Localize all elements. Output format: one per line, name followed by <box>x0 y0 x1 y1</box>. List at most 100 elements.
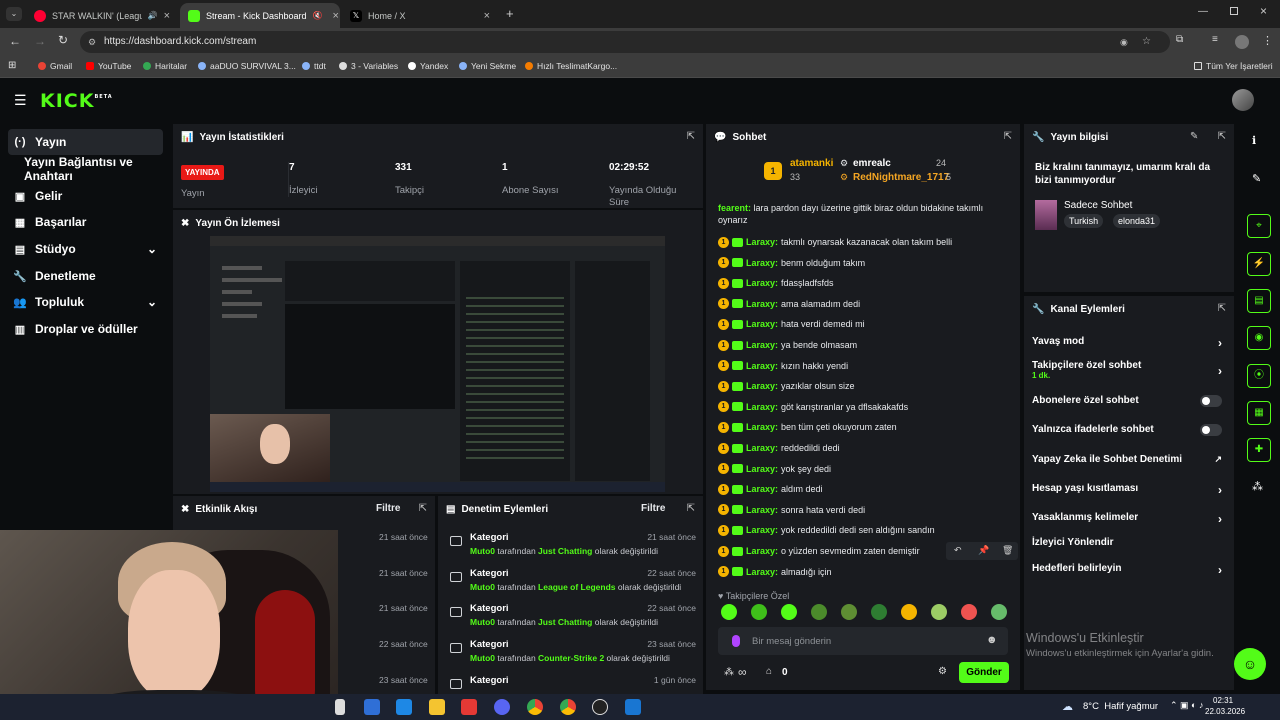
chat-settings-icon[interactable]: ⚙ <box>938 666 947 677</box>
tray-icons[interactable]: ⌃ ▣ ◐ ♪ <box>1170 700 1203 711</box>
chat-username[interactable]: Laraxy: <box>746 340 778 350</box>
chat-username[interactable]: Laraxy: <box>746 278 778 288</box>
chat-username[interactable]: Laraxy: <box>746 484 778 494</box>
chat-username[interactable]: Laraxy: <box>746 402 778 412</box>
chat-message[interactable]: 1 Laraxy: ya bende olmasam <box>718 336 1008 354</box>
chat-message[interactable]: 1 Laraxy: hata verdi demedi mi <box>718 315 1008 333</box>
emote-icon[interactable] <box>961 604 977 620</box>
mod-action-item[interactable]: Kategori 1 gün önce <box>446 675 696 694</box>
bolt-icon[interactable]: ⚡ <box>1247 252 1271 276</box>
action-slow-mode[interactable]: Yavaş mod › <box>1032 336 1222 350</box>
stream-preview-video[interactable] <box>210 236 665 492</box>
chat-username[interactable]: Laraxy: <box>746 505 778 515</box>
filter-button[interactable]: Filtre <box>641 503 665 514</box>
bookmark-star-icon[interactable]: ☆ <box>1142 31 1151 53</box>
popout-icon[interactable]: ⇱ <box>1218 303 1226 314</box>
tracking-off-icon[interactable]: ◉ <box>1120 31 1128 53</box>
file-explorer-icon[interactable] <box>429 699 445 715</box>
chat-username[interactable]: Laraxy: <box>746 258 778 268</box>
chat-message[interactable]: 1 Laraxy: ama alamadım dedi <box>718 295 1008 313</box>
sidebar-item-denetleme[interactable]: 🔧 Denetleme <box>8 263 163 289</box>
toggle-switch[interactable] <box>1200 424 1222 436</box>
clock-date[interactable]: 22.03.2026 <box>1205 707 1245 716</box>
app-icon[interactable] <box>364 699 380 715</box>
chat-message[interactable]: 1 Laraxy: yok reddedildi dedi sen aldığını… <box>718 521 1008 539</box>
chat-username[interactable]: Laraxy: <box>746 381 778 391</box>
browser-tab[interactable]: 𝕏 Home / X × <box>342 3 498 28</box>
action-banned-words[interactable]: Yasaklanmış kelimeler › <box>1032 512 1222 526</box>
chat-message[interactable]: 1 Laraxy: aldım dedi <box>718 480 1008 498</box>
emote-picker-icon[interactable] <box>732 635 740 647</box>
bookmark-maps[interactable]: Haritalar <box>143 61 187 71</box>
url-input[interactable]: ⚙ https://dashboard.kick.com/stream ◉ ☆ <box>80 31 1170 53</box>
hamburger-menu-icon[interactable]: ☰ <box>14 92 27 109</box>
bookmark-yandex[interactable]: Yandex <box>408 61 448 71</box>
emote-icon[interactable] <box>781 604 797 620</box>
chat-message[interactable]: 1 Laraxy: kızın hakkı yendi <box>718 357 1008 375</box>
sidebar-item-gelir[interactable]: ▣ Gelir <box>8 183 163 209</box>
app-icon[interactable] <box>335 699 345 715</box>
delete-icon[interactable]: 🗑 <box>1002 545 1013 556</box>
chat-message[interactable]: 1 Laraxy: sonra hata verdi dedi <box>718 501 1008 519</box>
site-info-icon[interactable]: ⚙ <box>88 31 96 53</box>
close-tab-icon[interactable]: × <box>164 10 170 22</box>
chat-message[interactable]: 1 Laraxy: ben tüm çeti okuyorum zaten <box>718 418 1008 436</box>
back-icon[interactable]: ← <box>9 34 21 48</box>
bookmark-variables[interactable]: 3 - Variables <box>339 61 398 71</box>
mod-action-item[interactable]: Kategori Muto0 tarafından Just Chatting … <box>446 532 696 568</box>
popout-icon[interactable]: ⇱ <box>687 503 695 514</box>
profile-avatar[interactable] <box>1235 35 1249 49</box>
filter-button[interactable]: Filtre <box>376 503 400 514</box>
send-button[interactable]: Gönder <box>959 662 1009 683</box>
sidebar-item-yayin[interactable]: (·) Yayın <box>8 129 163 155</box>
close-tab-icon[interactable]: × <box>333 10 339 22</box>
popout-icon[interactable]: ⇱ <box>1218 131 1226 142</box>
action-goals[interactable]: Hedefleri belirleyin › <box>1032 563 1222 577</box>
chat-bubble-icon[interactable]: ◉ <box>1247 326 1271 350</box>
chat-message[interactable]: 1 Laraxy: göt karıştıranlar ya dflsakakafd… <box>718 398 1008 416</box>
apps-icon[interactable]: ⁂ <box>1252 480 1263 493</box>
bookmark-kargo[interactable]: Hızlı TeslimatKargo... <box>525 61 617 71</box>
chrome-icon[interactable] <box>560 699 576 715</box>
chat-message[interactable]: 1 Laraxy: benm olduğum takım <box>718 254 1008 272</box>
mod-action-item[interactable]: Kategori Muto0 tarafından League of Lege… <box>446 568 696 604</box>
bookmark-duo[interactable]: aaDUO SURVIVAL 3... <box>198 61 296 71</box>
action-emotes-only[interactable]: Yalnızca ifadelerle sohbet <box>1032 424 1222 436</box>
new-tab-button[interactable]: + <box>506 6 514 21</box>
smiley-icon[interactable]: ☻ <box>986 634 998 646</box>
kick-logo[interactable]: KICKBETA <box>40 90 113 112</box>
restore-icon[interactable] <box>1230 7 1238 15</box>
action-account-age[interactable]: Hesap yaşı kısıtlaması › <box>1032 483 1222 497</box>
bookmark-youtube[interactable]: YouTube <box>86 61 131 71</box>
chat-message[interactable]: 1 Laraxy: yazıklar olsun size <box>718 377 1008 395</box>
chat-username[interactable]: Laraxy: <box>746 422 778 432</box>
browser-menu-icon[interactable]: ⋮ <box>1262 34 1273 47</box>
popout-icon[interactable]: ⇱ <box>687 131 695 142</box>
clip-icon[interactable]: ⌖ <box>1247 214 1271 238</box>
chat-username[interactable]: Laraxy: <box>746 361 778 371</box>
chat-username[interactable]: Laraxy: <box>746 546 778 556</box>
stream-tag[interactable]: Turkish <box>1064 214 1104 228</box>
layout-icon[interactable]: ▦ <box>1247 401 1271 425</box>
sidebar-item-stream-key[interactable]: Yayın Bağlantısı ve Anahtarı <box>8 155 163 183</box>
gift-icon[interactable]: ⌂ <box>766 666 772 677</box>
emote-icon[interactable] <box>811 604 827 620</box>
chat-input[interactable]: Bir mesaj gönderin ☻ <box>718 627 1008 655</box>
app-icon[interactable] <box>396 699 412 715</box>
chat-username[interactable]: Laraxy: <box>746 299 778 309</box>
support-chat-icon[interactable]: ☺ <box>1234 648 1266 680</box>
chat-username[interactable]: Laraxy: <box>746 443 778 453</box>
chat-username[interactable]: Laraxy: <box>746 567 778 577</box>
emote-icon[interactable] <box>931 604 947 620</box>
media-icon[interactable]: ≡ <box>1212 34 1218 45</box>
user-avatar[interactable] <box>1232 89 1254 111</box>
info-icon[interactable]: ℹ <box>1252 134 1256 147</box>
emote-icon[interactable] <box>751 604 767 620</box>
emote-icon[interactable] <box>721 604 737 620</box>
chat-username[interactable]: Laraxy: <box>746 525 778 535</box>
chat-message[interactable]: 1 Laraxy: reddedildi dedi <box>718 439 1008 457</box>
discord-icon[interactable] <box>494 699 510 715</box>
points-icon[interactable]: ⁂ <box>724 667 734 678</box>
weather-text[interactable]: 8°C Hafif yağmur <box>1083 701 1158 712</box>
stream-tag[interactable]: elonda31 <box>1113 214 1161 228</box>
